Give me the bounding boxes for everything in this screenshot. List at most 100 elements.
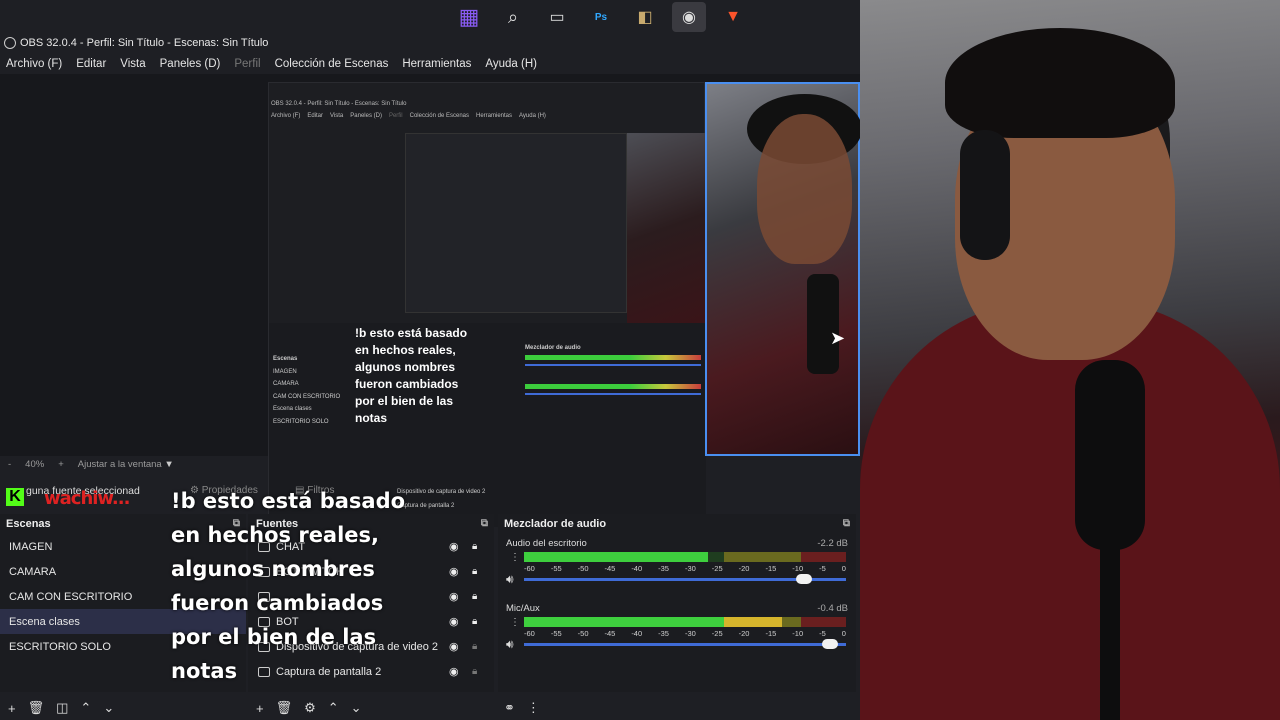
meter-tick-label: -30 [684,564,696,573]
menu-editar[interactable]: Editar [76,58,106,70]
advanced-audio-icon[interactable]: ⚭ [504,700,515,716]
volume-slider[interactable] [524,639,846,649]
add-scene-icon[interactable]: + [8,701,16,716]
nested-scene-item: Escena clases [273,406,312,413]
move-up-icon[interactable]: ⌃ [80,700,91,716]
more-options-icon[interactable]: ⋮ [510,552,520,563]
visibility-eye-icon[interactable]: ◉ [449,565,459,578]
remove-scene-icon[interactable]: 🗑︎ [28,700,45,716]
overlay-line: fueron cambiados [171,591,384,615]
zoom-in-button[interactable]: + [58,459,64,470]
move-up-icon[interactable]: ⌃ [328,700,339,716]
lock-icon[interactable]: 🔒︎ [472,591,477,602]
meter-red-zone [800,552,846,562]
undock-icon[interactable]: ⧉ [481,518,488,529]
overlay-line: notas [171,659,238,683]
meter-level-yellow [723,617,782,627]
headphones-earcup [960,130,1010,260]
meter-tick-label: -55 [550,564,562,573]
chevron-down-icon: ▼ [164,458,174,470]
speaker-icon[interactable]: 🔊︎ [506,572,514,587]
meter-tick-label: -25 [711,629,723,638]
menu-herramientas[interactable]: Herramientas [402,58,471,70]
nested-overlay-line: por el bien de las [355,394,454,408]
obs-window: ▦ ⌕ ▭ Ps ◧ ◉ ▼ OBS 32.0.4 - Perfil: Sin … [0,0,862,720]
meter-tick-label: -10 [792,629,804,638]
nested-mixer: Mezclador de audio [525,345,701,398]
mouse-cursor-icon: ➤ [830,328,846,348]
remove-source-icon[interactable]: 🗑︎ [276,700,293,716]
add-source-icon[interactable]: + [256,701,264,716]
visibility-eye-icon[interactable]: ◉ [449,615,459,628]
lock-icon[interactable]: 🔒︎ [472,666,477,677]
meter-tick-label: -45 [604,629,616,638]
nested-overlay-line: fueron cambiados [355,377,459,391]
lock-icon[interactable]: 🔒︎ [472,616,477,627]
meter-tick-label: -30 [684,629,696,638]
volume-slider-knob[interactable] [821,639,838,649]
mixer-toolbar: ⚭ ⋮ [504,698,540,718]
webcam-source-selected[interactable] [705,82,862,456]
nested-scene-item: CAM CON ESCRITORIO [273,393,341,400]
meter-level [524,552,708,562]
source-settings-icon[interactable]: ⚙ [304,700,316,716]
webcam-hair [945,28,1175,138]
preview-canvas[interactable]: OBS 32.0.4 - Perfil: Sin Título - Escena… [0,74,862,527]
meter-tick-label: -45 [604,564,616,573]
obs-icon[interactable]: ◉ [672,2,706,32]
meter-ticks: -60 -55 -50 -45 -40 -35 -30 -25 -20 -15 -10 -5 0 [524,564,846,573]
scene-filters-icon[interactable]: ◫ [56,700,68,716]
speaker-icon[interactable]: 🔊︎ [506,637,514,652]
move-down-icon[interactable]: ⌄ [103,700,114,716]
lock-icon[interactable]: 🔒︎ [472,641,477,652]
lock-icon[interactable]: 🔒︎ [472,566,477,577]
nested-overlay-line: notas [355,411,388,425]
more-options-icon[interactable]: ⋮ [527,700,540,716]
kick-logo-icon: K [6,488,24,506]
channel-db: -0.4 dB [817,603,848,614]
nested-webcam [627,133,705,323]
menu-perfil[interactable]: Perfil [234,58,260,70]
zoom-out-button[interactable]: - [8,459,11,470]
meter-tick-label: -50 [577,564,589,573]
move-down-icon[interactable]: ⌄ [351,700,362,716]
nested-overlay-line: algunos nombres [355,360,456,374]
search-icon[interactable]: ⌕ [496,2,530,32]
microphone-arm [1100,540,1120,720]
scenes-title-label: Escenas [6,518,51,530]
meter-tick-label: -35 [658,629,669,638]
volume-slider-knob[interactable] [796,574,813,584]
obs-logo-icon [4,37,16,49]
menu-paneles[interactable]: Paneles (D) [160,58,221,70]
menu-coleccion[interactable]: Colección de Escenas [275,58,389,70]
visibility-eye-icon[interactable]: ◉ [449,540,459,553]
menu-vista[interactable]: Vista [120,58,145,70]
mixer-title: Mezclador de audio ⧉ [498,514,856,534]
nested-overlay-line: en hechos reales, [355,343,456,357]
menu-ayuda[interactable]: Ayuda (H) [485,58,537,70]
visibility-eye-icon[interactable]: ◉ [449,665,459,678]
visibility-eye-icon[interactable]: ◉ [449,590,459,603]
overlay-line: por el bien de las [171,625,377,649]
lock-icon[interactable]: 🔒︎ [472,541,477,552]
photoshop-icon[interactable]: Ps [584,2,618,32]
meter-tick-label: 0 [841,629,846,638]
volume-slider[interactable] [524,574,846,584]
overlay-line: !b esto está basado [171,489,406,513]
taskview-icon[interactable]: ▭ [540,2,574,32]
nested-menu-item: Archivo (F) [271,113,301,119]
undock-icon[interactable]: ⧉ [843,518,850,529]
meter-red-zone [800,617,846,627]
nested-menu-item: Vista [330,113,344,119]
more-options-icon[interactable]: ⋮ [510,617,520,628]
meter-tick-label: -25 [711,564,723,573]
microphone [1075,360,1145,550]
visibility-eye-icon[interactable]: ◉ [449,640,459,653]
windows-icon[interactable]: ▦ [452,2,486,32]
menu-archivo[interactable]: Archivo (F) [6,58,62,70]
meter-level [524,617,724,627]
league-icon[interactable]: ◧ [628,2,662,32]
brave-icon[interactable]: ▼ [716,2,750,32]
fit-to-window-dropdown[interactable]: Ajustar a la ventana ▼ [78,459,174,470]
meter-tick-label: -20 [738,629,750,638]
